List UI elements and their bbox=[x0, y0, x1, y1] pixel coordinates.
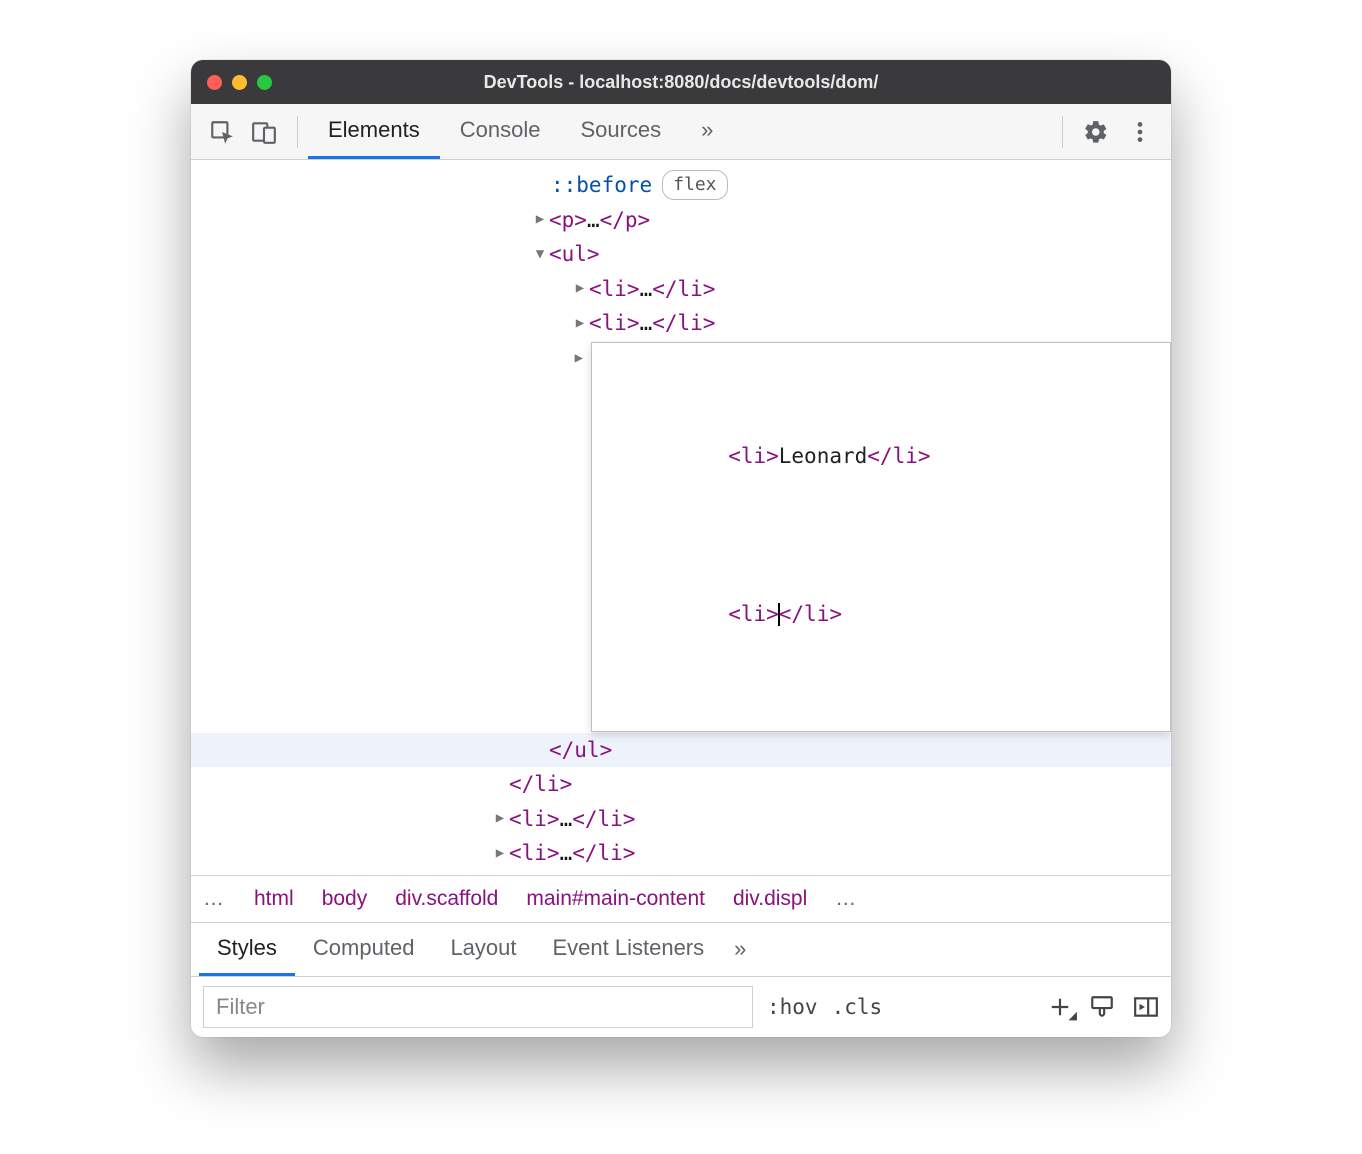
titlebar: DevTools - localhost:8080/docs/devtools/… bbox=[191, 60, 1171, 104]
window-title: DevTools - localhost:8080/docs/devtools/… bbox=[191, 72, 1171, 93]
toolbar-right-icons bbox=[1073, 119, 1163, 145]
cls-toggle-button[interactable]: .cls bbox=[832, 995, 883, 1019]
edit-line-1: <li>Leonard</li> bbox=[602, 410, 1160, 505]
edit-line-2: <li></li> bbox=[602, 567, 1160, 662]
dom-node-ul-open[interactable]: <ul> bbox=[191, 237, 1171, 272]
styles-tabs-overflow-button[interactable]: » bbox=[734, 936, 746, 962]
chevron-down-icon: ◢ bbox=[1069, 1009, 1077, 1022]
dom-node-p[interactable]: <p>…</p> bbox=[191, 203, 1171, 238]
hov-toggle-button[interactable]: :hov bbox=[767, 995, 818, 1019]
dom-node-li[interactable]: <li>…</li> bbox=[191, 802, 1171, 837]
inspect-element-icon[interactable] bbox=[209, 119, 235, 145]
zoom-window-button[interactable] bbox=[257, 75, 272, 90]
tab-console[interactable]: Console bbox=[440, 104, 561, 159]
breadcrumb-item[interactable]: div.scaffold bbox=[395, 887, 498, 911]
dom-node-ul-close[interactable]: </ul> bbox=[191, 733, 1171, 768]
dom-node-li[interactable]: <li>…</li> bbox=[191, 272, 1171, 307]
collapse-arrow-icon[interactable] bbox=[531, 244, 549, 266]
dom-node-li-close[interactable]: </li> bbox=[191, 767, 1171, 802]
breadcrumb-item[interactable]: body bbox=[322, 887, 368, 911]
gear-icon[interactable] bbox=[1083, 119, 1109, 145]
minimize-window-button[interactable] bbox=[232, 75, 247, 90]
toolbar-divider bbox=[1062, 116, 1063, 148]
expand-arrow-icon[interactable] bbox=[491, 808, 509, 830]
styles-tabs: Styles Computed Layout Event Listeners » bbox=[191, 923, 1171, 977]
breadcrumb-overflow-right[interactable]: … bbox=[835, 887, 858, 911]
tab-layout[interactable]: Layout bbox=[432, 923, 534, 976]
tabs-overflow-button[interactable]: » bbox=[681, 104, 733, 159]
toolbar-divider bbox=[297, 116, 298, 148]
breadcrumb-item[interactable]: main#main-content bbox=[526, 887, 705, 911]
dom-tree[interactable]: ::before flex <p>…</p> <ul> <li>…</li> <… bbox=[191, 160, 1171, 875]
breadcrumb-item[interactable]: div.displ bbox=[733, 887, 807, 911]
styles-filter-input[interactable] bbox=[203, 986, 753, 1028]
new-style-rule-button[interactable]: ◢ bbox=[1049, 996, 1071, 1018]
device-toggle-icon[interactable] bbox=[251, 119, 277, 145]
dom-node-li[interactable]: <li>…</li> bbox=[191, 306, 1171, 341]
expand-arrow-icon[interactable] bbox=[531, 209, 549, 231]
pseudo-before-label: ::before bbox=[551, 169, 652, 202]
tab-event-listeners[interactable]: Event Listeners bbox=[535, 923, 723, 976]
expand-arrow-icon[interactable] bbox=[571, 278, 589, 300]
devtools-window: DevTools - localhost:8080/docs/devtools/… bbox=[191, 60, 1171, 1037]
toolbar-left-icons bbox=[199, 119, 287, 145]
breadcrumb[interactable]: … html body div.scaffold main#main-conte… bbox=[191, 875, 1171, 923]
main-tabs: Elements Console Sources » bbox=[308, 104, 1052, 159]
flex-badge[interactable]: flex bbox=[662, 170, 727, 200]
tab-sources[interactable]: Sources bbox=[560, 104, 681, 159]
expand-arrow-icon[interactable] bbox=[491, 843, 509, 865]
kebab-menu-icon[interactable] bbox=[1127, 119, 1153, 145]
dom-node-editing[interactable]: <li>Leonard</li> <li></li> bbox=[191, 341, 1171, 733]
edit-html-box[interactable]: <li>Leonard</li> <li></li> bbox=[591, 342, 1171, 732]
main-toolbar: Elements Console Sources » bbox=[191, 104, 1171, 160]
styles-filter-row: :hov .cls ◢ bbox=[191, 977, 1171, 1037]
tab-styles[interactable]: Styles bbox=[199, 923, 295, 976]
traffic-lights bbox=[207, 75, 272, 90]
breadcrumb-overflow-left[interactable]: … bbox=[203, 887, 226, 911]
tab-computed[interactable]: Computed bbox=[295, 923, 433, 976]
styles-toolbar-icons: ◢ bbox=[1049, 994, 1159, 1020]
paint-brush-icon[interactable] bbox=[1089, 994, 1115, 1020]
tab-elements[interactable]: Elements bbox=[308, 104, 440, 159]
dom-node-li[interactable]: <li>…</li> bbox=[191, 836, 1171, 871]
expand-arrow-icon[interactable] bbox=[571, 313, 589, 335]
pseudo-before-row[interactable]: ::before flex bbox=[191, 168, 1171, 203]
toggle-computed-sidebar-icon[interactable] bbox=[1133, 994, 1159, 1020]
close-window-button[interactable] bbox=[207, 75, 222, 90]
expand-arrow-icon[interactable] bbox=[571, 348, 587, 370]
breadcrumb-item[interactable]: html bbox=[254, 887, 294, 911]
